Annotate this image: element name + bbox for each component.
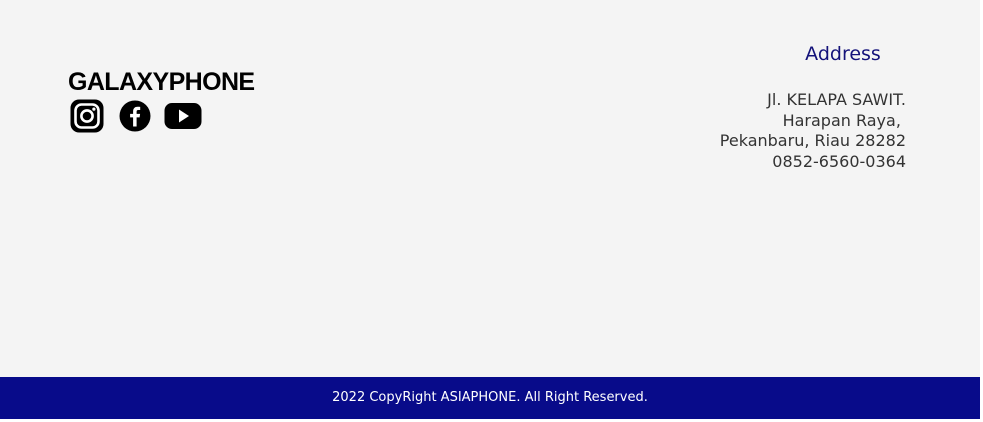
- instagram-link[interactable]: [69, 98, 105, 134]
- facebook-icon: [119, 100, 151, 132]
- youtube-link[interactable]: [164, 98, 202, 134]
- copyright-bar: 2022 CopyRight ASIAPHONE. All Right Rese…: [0, 377, 980, 419]
- youtube-icon: [164, 103, 202, 129]
- brand-logo: GALAXYPHONE: [68, 68, 255, 96]
- address-title: Address: [805, 43, 881, 65]
- facebook-link[interactable]: [119, 98, 151, 132]
- address-phone: 0852-6560-0364: [772, 151, 906, 171]
- address-street: Jl. KELAPA SAWIT.: [767, 90, 906, 109]
- address-area: Harapan Raya,: [782, 110, 906, 130]
- instagram-icon: [70, 99, 104, 133]
- footer: GALAXYPHONE Address Jl. KELAPA SAWIT. Ha…: [0, 0, 980, 377]
- copyright-text: 2022 CopyRight ASIAPHONE. All Right Rese…: [332, 390, 648, 405]
- address-block: Jl. KELAPA SAWIT. Harapan Raya, Pekanbar…: [720, 90, 906, 172]
- address-city: Pekanbaru, Riau 28282: [719, 131, 906, 150]
